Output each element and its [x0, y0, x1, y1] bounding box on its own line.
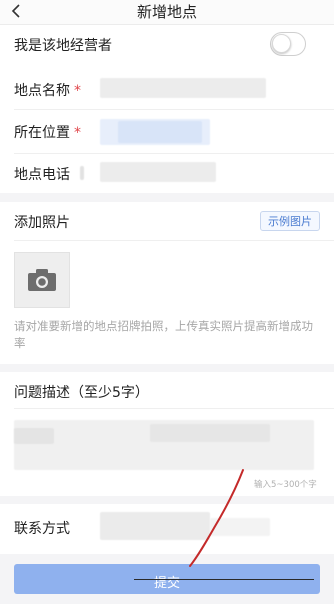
red-annotation-line — [189, 469, 244, 567]
